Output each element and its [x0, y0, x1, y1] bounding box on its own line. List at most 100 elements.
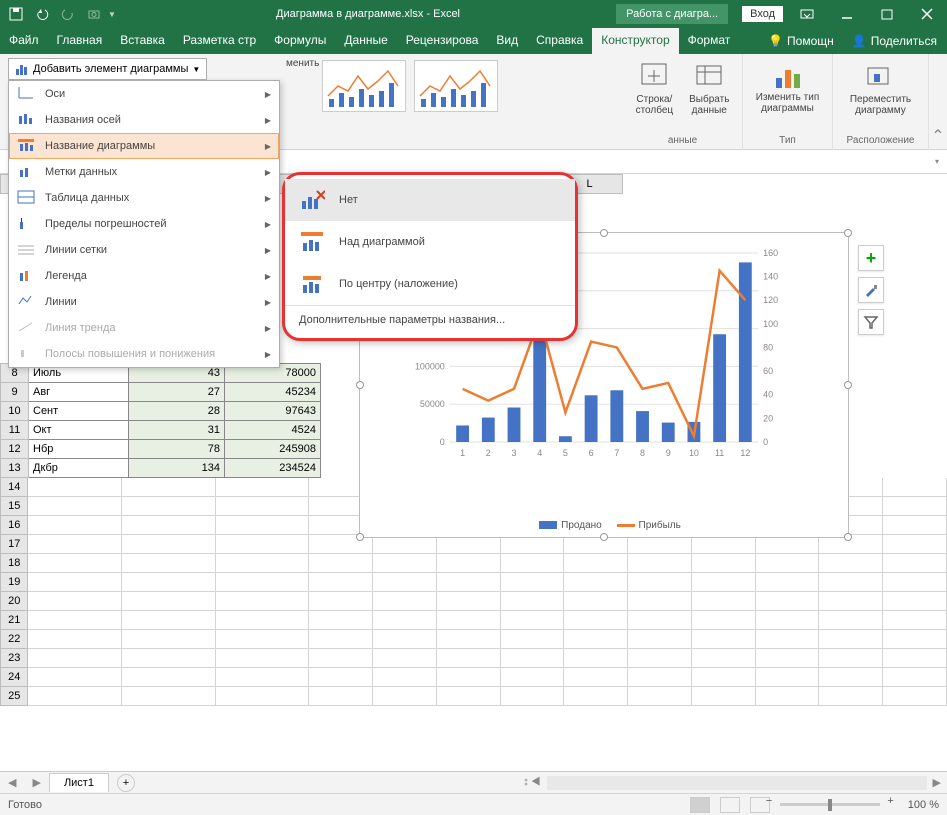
title-bar: ▼ Диаграмма в диаграмме.xlsx - Excel Раб… [0, 0, 947, 28]
svg-text:5: 5 [563, 448, 568, 458]
collapse-ribbon-icon[interactable]: ⌃ [929, 54, 947, 150]
sheet-tabs: ◀ ▶ Лист1 + ⦂ ◀▶ [0, 771, 947, 793]
menu-data-table[interactable]: Таблица данных▶ [9, 185, 279, 211]
tab-formulas[interactable]: Формулы [265, 28, 335, 54]
chart-style-2[interactable] [414, 60, 498, 112]
svg-text:9: 9 [666, 448, 671, 458]
menu-chart-title[interactable]: Название диаграммы▶ [9, 133, 279, 159]
status-bar: Готово 100 % [0, 793, 947, 815]
submenu-above[interactable]: Над диаграммой [285, 221, 575, 263]
minimize-icon[interactable] [831, 0, 863, 28]
menu-trendline: Линия тренда▶ [9, 315, 279, 341]
menu-axes[interactable]: Оси▶ [9, 81, 279, 107]
svg-text:100000: 100000 [415, 361, 445, 371]
move-chart-button[interactable]: Переместить диаграмму [844, 58, 917, 118]
group-location-label: Расположение [847, 133, 915, 146]
share-icon: 👤 [852, 34, 867, 48]
chart-element-icon [15, 62, 29, 76]
switch-row-col-button[interactable]: Строка/ столбец [630, 58, 680, 118]
chart-brush-icon[interactable] [858, 277, 884, 303]
svg-text:0: 0 [763, 437, 768, 447]
tab-file[interactable]: Файл [0, 28, 48, 54]
redo-icon[interactable] [56, 2, 80, 26]
menu-axis-titles[interactable]: Названия осей▶ [9, 107, 279, 133]
bulb-icon: 💡 [768, 34, 783, 48]
undo-icon[interactable] [30, 2, 54, 26]
window-title: Диаграмма в диаграмме.xlsx - Excel [120, 8, 616, 20]
svg-text:140: 140 [763, 272, 778, 282]
menu-updown-bars: Полосы повышения и понижения▶ [9, 341, 279, 367]
svg-text:10: 10 [689, 448, 699, 458]
select-data-button[interactable]: Выбрать данные [683, 58, 735, 118]
close-icon[interactable] [911, 0, 943, 28]
tell-me[interactable]: Помощн [787, 34, 834, 48]
ribbon-tabs: Файл Главная Вставка Разметка стр Формул… [0, 28, 947, 54]
context-tab-label: Работа с диагра... [616, 4, 728, 24]
add-chart-element-button[interactable]: Добавить элемент диаграммы ▼ [8, 58, 207, 80]
tab-insert[interactable]: Вставка [111, 28, 174, 54]
zoom-slider[interactable] [780, 803, 880, 806]
menu-error-bars[interactable]: Пределы погрешностей▶ [9, 211, 279, 237]
chart-title-submenu: Нет Над диаграммой По центру (наложение)… [282, 172, 578, 341]
tab-home[interactable]: Главная [48, 28, 112, 54]
menu-gridlines[interactable]: Линии сетки▶ [9, 237, 279, 263]
add-sheet-button[interactable]: + [117, 774, 135, 792]
submenu-centered[interactable]: По центру (наложение) [285, 263, 575, 305]
table-row: 13Дкбр134234524 [1, 459, 321, 478]
tab-data[interactable]: Данные [335, 28, 396, 54]
svg-text:20: 20 [763, 413, 773, 423]
svg-text:1: 1 [460, 448, 465, 458]
sheet-nav-next[interactable]: ▶ [24, 776, 48, 789]
table-row: 10Сент2897643 [1, 402, 321, 421]
svg-text:160: 160 [763, 248, 778, 258]
menu-legend[interactable]: Легенда▶ [9, 263, 279, 289]
sheet-nav-prev[interactable]: ◀ [0, 776, 24, 789]
view-layout-icon[interactable] [720, 797, 740, 813]
share-button[interactable]: Поделиться [871, 34, 937, 48]
submenu-more-options[interactable]: Дополнительные параметры названия... [285, 305, 575, 334]
tab-help[interactable]: Справка [527, 28, 592, 54]
chevron-down-icon: ▼ [192, 65, 200, 74]
svg-text:8: 8 [640, 448, 645, 458]
formula-expand-icon[interactable]: ▾ [935, 157, 947, 166]
group-type-label: Тип [779, 133, 796, 146]
tab-review[interactable]: Рецензирова [397, 28, 488, 54]
menu-lines[interactable]: Линии▶ [9, 289, 279, 315]
chart-filter-icon[interactable] [858, 309, 884, 335]
tab-design[interactable]: Конструктор [592, 28, 678, 54]
sheet-tab-1[interactable]: Лист1 [49, 773, 109, 792]
chart-legend: Продано Прибыль [360, 520, 848, 531]
maximize-icon[interactable] [871, 0, 903, 28]
tab-format[interactable]: Формат [679, 28, 740, 54]
svg-text:60: 60 [763, 366, 773, 376]
status-text: Готово [8, 799, 42, 811]
table-row: 12Нбр78245908 [1, 440, 321, 459]
svg-text:2: 2 [486, 448, 491, 458]
tab-layout[interactable]: Разметка стр [174, 28, 265, 54]
submenu-none[interactable]: Нет [285, 179, 575, 221]
change-chart-type-button[interactable]: Изменить тип диаграммы [750, 58, 825, 116]
svg-text:7: 7 [614, 448, 619, 458]
login-button[interactable]: Вход [742, 6, 783, 22]
svg-text:0: 0 [440, 437, 445, 447]
svg-text:80: 80 [763, 342, 773, 352]
camera-icon[interactable] [82, 2, 106, 26]
table-row: 11Окт314524 [1, 421, 321, 440]
zoom-level[interactable]: 100 % [908, 799, 939, 811]
ribbon-options-icon[interactable] [791, 0, 823, 28]
save-icon[interactable] [4, 2, 28, 26]
menu-data-labels[interactable]: Метки данных▶ [9, 159, 279, 185]
svg-text:12: 12 [740, 448, 750, 458]
chart-element-menu: Оси▶ Названия осей▶ Название диаграммы▶ … [8, 80, 280, 368]
view-normal-icon[interactable] [690, 797, 710, 813]
tab-view[interactable]: Вид [487, 28, 527, 54]
ribbon: Добавить элемент диаграммы ▼ Оси▶ Назван… [0, 54, 947, 150]
h-scrollbar[interactable] [547, 776, 927, 790]
svg-text:50000: 50000 [420, 399, 445, 409]
svg-text:11: 11 [715, 448, 724, 458]
svg-text:6: 6 [589, 448, 594, 458]
svg-text:40: 40 [763, 390, 773, 400]
chart-plus-icon[interactable]: + [858, 245, 884, 271]
chart-style-1[interactable] [322, 60, 406, 112]
svg-text:4: 4 [537, 448, 542, 458]
